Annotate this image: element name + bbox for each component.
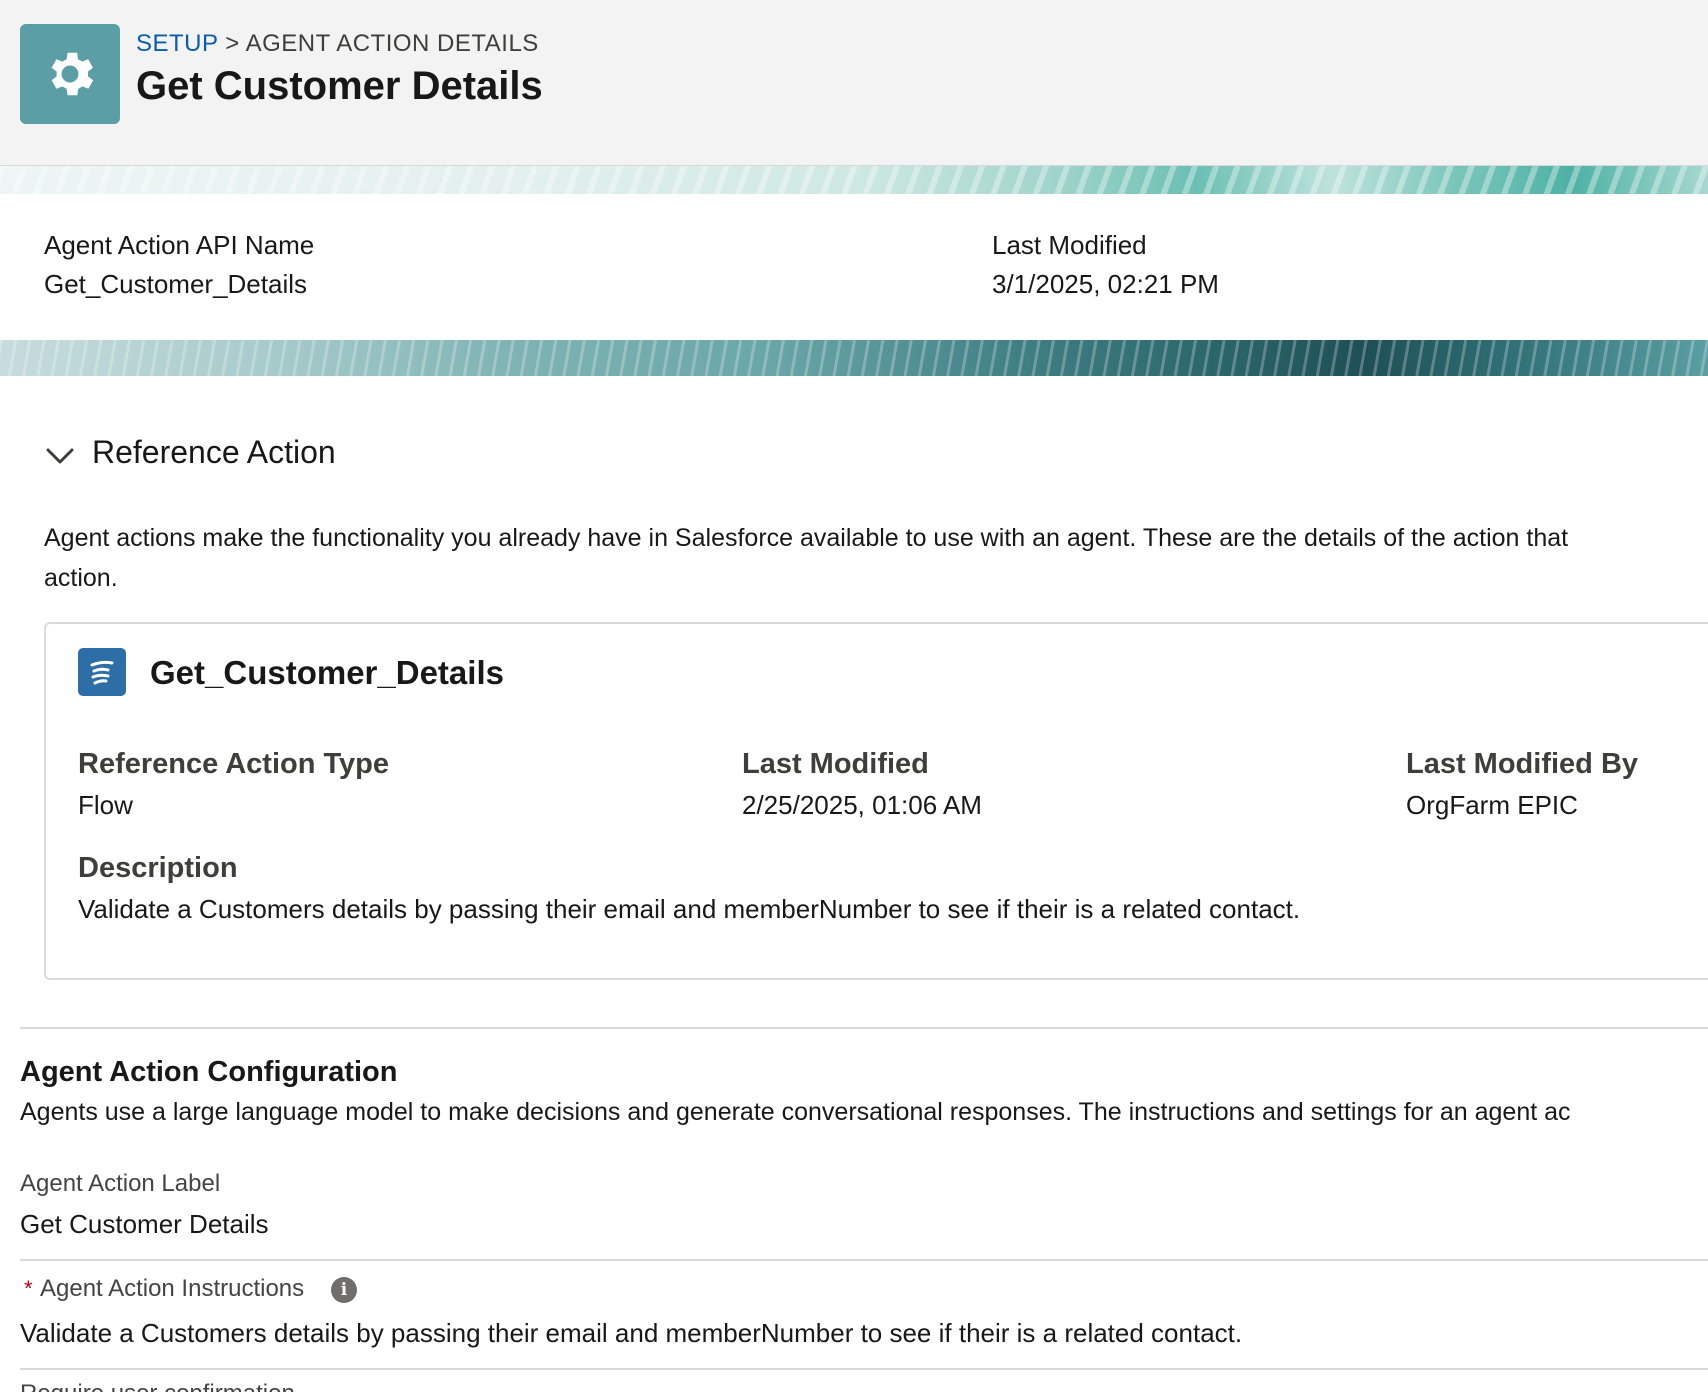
page-header: SETUP > AGENT ACTION DETAILS Get Custome… bbox=[0, 0, 1708, 166]
required-indicator: * bbox=[24, 1276, 33, 1301]
reference-type-label: Reference Action Type bbox=[78, 748, 390, 780]
reference-action-card: Get_Customer_Details Reference Action Ty… bbox=[44, 622, 1708, 980]
reference-intro-text: Agent actions make the functionality you… bbox=[44, 518, 1708, 598]
field-divider bbox=[20, 1259, 1708, 1261]
agent-action-label-value[interactable]: Get Customer Details bbox=[20, 1209, 269, 1240]
section-title-reference-action[interactable]: Reference Action bbox=[92, 434, 336, 471]
breadcrumb-setup-link[interactable]: SETUP bbox=[136, 30, 218, 57]
decorative-banner-bottom bbox=[0, 340, 1708, 376]
agent-action-label-label: Agent Action Label bbox=[20, 1170, 221, 1197]
card-title: Get_Customer_Details bbox=[150, 654, 504, 691]
last-modified-by-label: Last Modified By bbox=[1406, 748, 1639, 780]
reference-type-value: Flow bbox=[78, 790, 133, 820]
configuration-description: Agents use a large language model to mak… bbox=[20, 1098, 1571, 1126]
decorative-banner-top bbox=[0, 166, 1708, 194]
breadcrumb: SETUP > AGENT ACTION DETAILS bbox=[136, 30, 539, 58]
chevron-down-icon[interactable] bbox=[44, 440, 76, 472]
description-value: Validate a Customers details by passing … bbox=[78, 894, 1301, 924]
summary-panel: Agent Action API Name Get_Customer_Detai… bbox=[0, 194, 1708, 340]
last-modified-value: 3/1/2025, 02:21 PM bbox=[992, 269, 1219, 299]
info-icon[interactable]: i bbox=[331, 1277, 357, 1303]
field-divider bbox=[20, 1368, 1708, 1370]
intro-line-1: Agent actions make the functionality you… bbox=[44, 524, 1569, 552]
card-last-modified-label: Last Modified bbox=[742, 748, 929, 780]
gear-icon bbox=[20, 24, 120, 124]
agent-action-instructions-value[interactable]: Validate a Customers details by passing … bbox=[20, 1318, 1242, 1349]
last-modified-by-value: OrgFarm EPIC bbox=[1406, 790, 1578, 820]
last-modified-label: Last Modified bbox=[992, 230, 1147, 260]
section-divider bbox=[20, 1027, 1708, 1029]
configuration-title: Agent Action Configuration bbox=[20, 1056, 398, 1088]
require-confirmation-label: Require user confirmation bbox=[20, 1380, 295, 1392]
api-name-value: Get_Customer_Details bbox=[44, 269, 307, 299]
api-name-label: Agent Action API Name bbox=[44, 230, 315, 260]
description-label: Description bbox=[78, 852, 238, 884]
intro-line-2: action. bbox=[44, 564, 118, 592]
page-title: Get Customer Details bbox=[136, 64, 543, 108]
flow-icon bbox=[78, 648, 126, 696]
card-last-modified-value: 2/25/2025, 01:06 AM bbox=[742, 790, 982, 820]
breadcrumb-separator: > bbox=[225, 30, 240, 57]
agent-action-instructions-label: Agent Action Instructions bbox=[40, 1275, 305, 1302]
breadcrumb-current: AGENT ACTION DETAILS bbox=[245, 30, 539, 57]
